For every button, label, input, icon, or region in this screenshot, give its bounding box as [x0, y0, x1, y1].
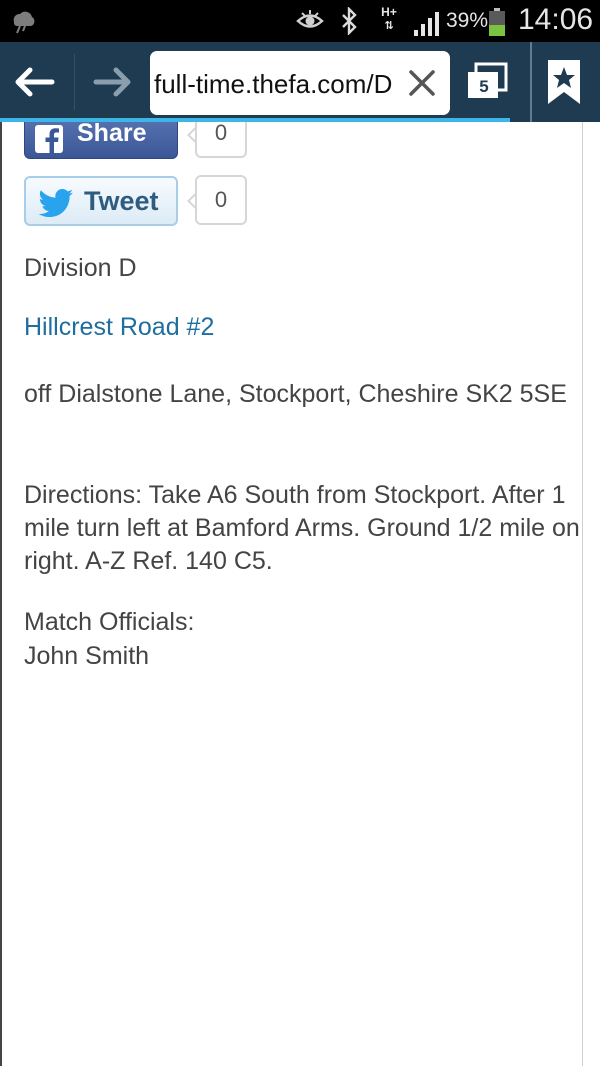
facebook-share-button[interactable]: Share [24, 122, 178, 159]
back-arrow-icon[interactable] [12, 62, 58, 102]
status-bar: H+ ⇅ 39% 14:06 [0, 0, 600, 42]
ground-address: off Dialstone Lane, Stockport, Cheshire … [24, 380, 567, 408]
url-text[interactable]: full-time.thefa.com/D [154, 67, 400, 101]
bookmark-star-icon[interactable] [546, 58, 582, 106]
battery-icon [489, 8, 505, 36]
ground-name-link[interactable]: Hillcrest Road #2 [24, 311, 580, 344]
clear-icon[interactable] [406, 67, 438, 99]
toolbar-divider [74, 54, 75, 110]
facebook-icon [35, 125, 63, 153]
tweet-label: Tweet [84, 186, 159, 216]
bluetooth-icon [342, 7, 357, 35]
match-officials-heading: Match Officials: [24, 608, 195, 636]
browser-toolbar: full-time.thefa.com/D 5 [0, 42, 600, 122]
eye-icon [296, 10, 324, 28]
weather-icon [13, 11, 35, 34]
signal-icon [414, 12, 439, 36]
address-bar[interactable]: full-time.thefa.com/D [150, 51, 450, 115]
official-name: John Smith [24, 642, 150, 670]
tweet-count: 0 [195, 175, 247, 225]
toolbar-divider [530, 42, 532, 122]
battery-percent: 39% [446, 9, 489, 32]
tweet-button[interactable]: Tweet [24, 176, 178, 226]
network-type: H+ ⇅ [381, 5, 397, 33]
page-content: Share 0 Tweet 0 Division D Hillcrest Roa… [0, 122, 600, 1066]
page-border [0, 122, 2, 1066]
share-label: Share [77, 122, 147, 147]
tab-count: 5 [479, 77, 489, 96]
share-count: 0 [195, 122, 247, 158]
clock: 14:06 [518, 3, 594, 36]
ground-directions: Directions: Take A6 South from Stockport… [24, 481, 580, 575]
division-label: Division D [24, 254, 137, 282]
forward-arrow-icon[interactable] [90, 62, 136, 102]
page-border [582, 122, 583, 1066]
twitter-icon [38, 189, 74, 217]
